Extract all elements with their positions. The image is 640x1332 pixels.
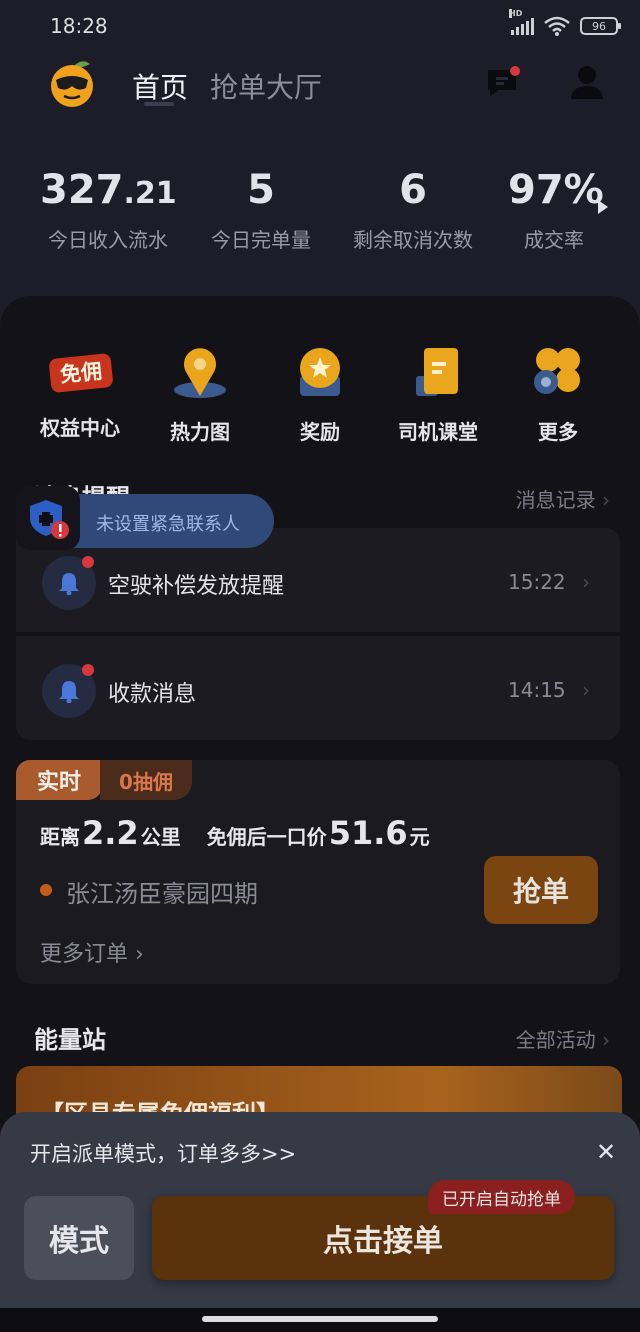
stat-income[interactable]: 327.21 今日收入流水 [40,166,177,253]
more-orders-link[interactable]: 更多订单 › [40,936,144,968]
stat-cancel-remaining[interactable]: 6 剩余取消次数 [348,166,478,253]
stat-completed[interactable]: 5 今日完单量 [206,166,316,253]
message-icon[interactable] [486,66,520,98]
unread-dot [82,556,94,568]
all-activities-link[interactable]: 全部活动 › [516,1024,610,1053]
stat-success-rate[interactable]: 97% 成交率 [508,166,604,253]
close-icon[interactable]: ✕ [596,1138,616,1166]
tab-order-hall[interactable]: 抢单大厅 [210,66,322,106]
unread-dot [82,664,94,676]
network-type-label: HD [509,9,523,18]
quick-item-label: 司机课堂 [398,420,478,444]
message-record-label: 消息记录 [515,488,596,512]
message-text: 收款消息 [108,682,197,707]
tab-active-indicator [144,102,174,106]
message-record-link[interactable]: 消息记录 › [516,484,610,513]
stat-completed-label: 今日完单量 [211,228,311,252]
user-profile-icon[interactable] [570,64,604,100]
all-activities-label: 全部活动 [515,1028,596,1052]
price-value: 51.6 [328,814,408,852]
energy-station-title: 能量站 [34,1026,106,1054]
tab-home[interactable]: 首页 [132,66,188,106]
status-icons: HD 96 [509,9,621,36]
message-time: 15:22 [508,570,566,594]
grab-order-button[interactable]: 抢单 [484,856,598,924]
message-text: 空驶补偿发放提醒 [108,574,285,599]
order-address: 张江汤臣豪园四期 [66,880,258,908]
tag-zero-commission: 0抽佣 [100,760,192,800]
quick-item-label: 奖励 [300,420,340,444]
stat-cancel-value: 6 [399,167,427,213]
distance-unit: 公里 [140,825,181,849]
stats-more-arrow-icon[interactable] [598,200,608,214]
toast-text: 未设置紧急联系人 [96,514,240,535]
stat-completed-value: 5 [247,167,275,213]
mode-button[interactable]: 模式 [24,1196,134,1280]
quick-item-label: 更多 [538,420,578,444]
chevron-right-icon: › [582,678,590,702]
chevron-right-icon: › [602,488,610,512]
message-time: 14:15 [508,678,566,702]
wifi-icon [544,16,570,36]
distance-prefix: 距离 [40,825,80,849]
quick-item-benefits[interactable]: 免佣 权益中心 [20,342,140,441]
shield-alert-icon [16,486,80,550]
stat-cancel-label: 剩余取消次数 [353,228,473,252]
home-indicator[interactable] [202,1316,438,1322]
auto-grab-badge: 已开启自动抢单 [428,1180,575,1214]
stat-income-int: 327 [40,167,124,213]
map-pin-icon [174,348,226,398]
stat-income-label: 今日收入流水 [48,228,168,252]
location-dot-icon [40,884,52,896]
battery-icon: 96 [580,17,621,35]
chevron-right-icon: › [602,1028,610,1052]
quick-item-label: 权益中心 [40,416,120,440]
reward-star-icon [300,348,340,396]
stat-rate-label: 成交率 [524,228,584,252]
quick-item-heatmap[interactable]: 热力图 [140,342,260,445]
stat-income-decimal: .21 [123,176,177,211]
quick-item-label: 热力图 [170,420,230,444]
quick-item-reward[interactable]: 奖励 [260,342,380,445]
chevron-right-icon: › [582,570,590,594]
distance-value: 2.2 [82,814,139,852]
more-circles-icon [534,348,580,394]
order-summary: 距离 2.2 公里 免佣后一口价 51.6 元 [40,814,430,852]
price-unit: 元 [409,825,430,849]
tag-realtime: 实时 [16,760,102,800]
status-time: 18:28 [50,14,108,38]
quick-item-more[interactable]: 更多 [498,342,618,445]
cellular-signal-icon: HD [509,9,534,35]
book-icon [416,348,458,396]
app-logo-icon [51,61,93,107]
stat-rate-value: 97% [508,167,604,213]
price-prefix: 免佣后一口价 [206,825,327,849]
commission-free-icon: 免佣 [48,342,114,402]
dispatch-mode-prompt[interactable]: 开启派单模式，订单多多>> [30,1138,296,1168]
quick-item-classroom[interactable]: 司机课堂 [378,342,498,445]
